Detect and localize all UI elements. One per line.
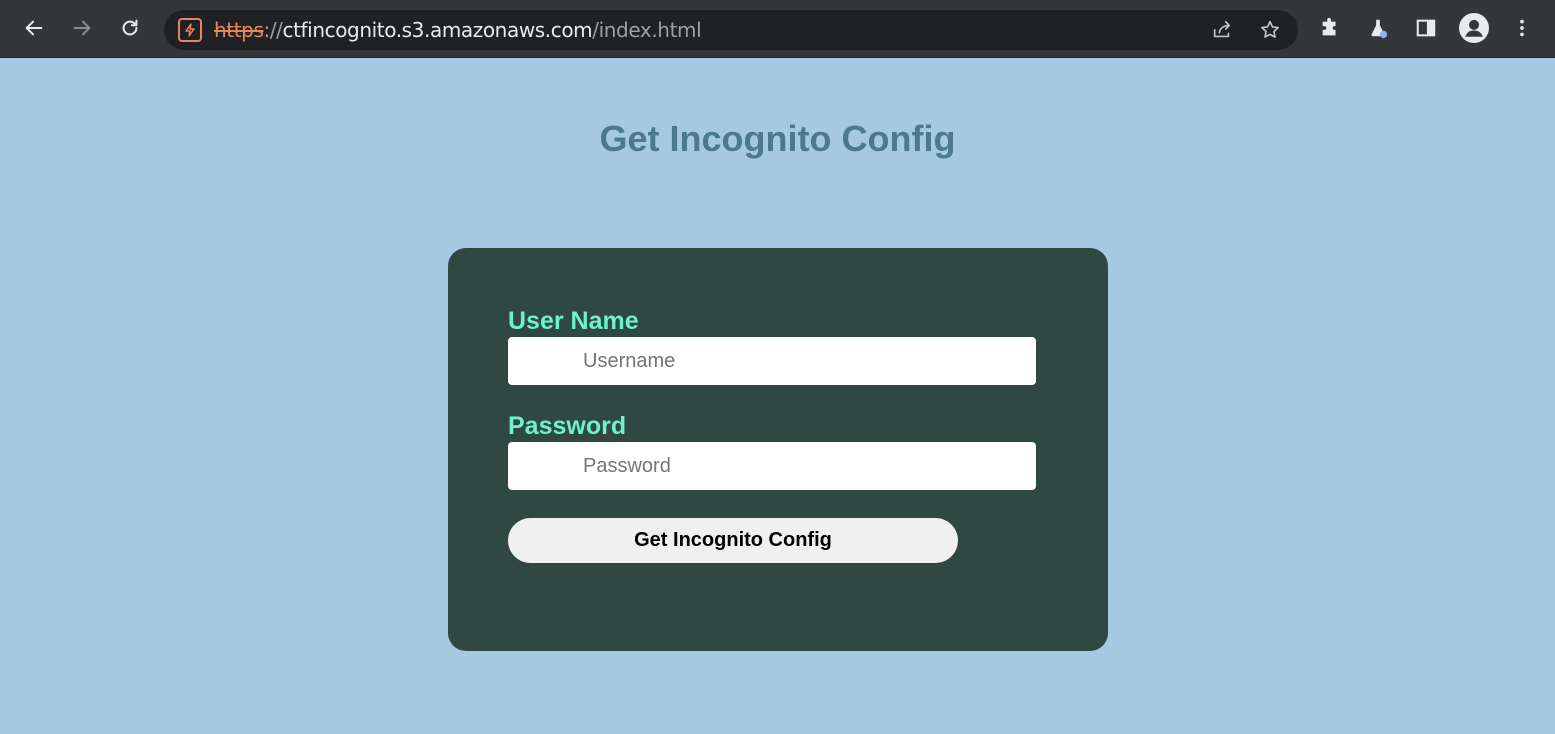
back-button[interactable]: [16, 10, 52, 46]
get-config-button[interactable]: Get Incognito Config: [508, 518, 958, 563]
kebab-menu-icon: [1520, 19, 1524, 37]
side-panel-button[interactable]: [1408, 10, 1444, 46]
page-title: Get Incognito Config: [599, 118, 956, 159]
reload-button[interactable]: [112, 10, 148, 46]
forward-button[interactable]: [64, 10, 100, 46]
reload-icon: [122, 19, 138, 36]
password-label: Password: [508, 412, 627, 440]
arrow-right-icon: [73, 20, 91, 36]
puzzle-icon: [1322, 17, 1336, 36]
url-scheme: https: [214, 18, 264, 42]
browser-menu-button[interactable]: [1504, 10, 1540, 46]
not-secure-icon[interactable]: [178, 18, 202, 42]
extensions-button[interactable]: [1312, 10, 1348, 46]
star-icon[interactable]: [1258, 18, 1282, 42]
url-text[interactable]: https://ctfincognito.s3.amazonaws.com/in…: [214, 18, 702, 42]
url-host: ctfincognito.s3.amazonaws.com: [282, 18, 593, 42]
browser-toolbar: https://ctfincognito.s3.amazonaws.com/in…: [0, 0, 1555, 58]
password-input[interactable]: [508, 442, 1036, 490]
url-separator: ://: [263, 18, 283, 42]
login-form: User Name Password Get Incognito Config: [448, 248, 1108, 651]
arrow-left-icon: [25, 20, 43, 36]
side-panel-icon: [1416, 19, 1436, 37]
flask-icon: [1371, 19, 1388, 39]
address-bar[interactable]: https://ctfincognito.s3.amazonaws.com/in…: [164, 10, 1298, 50]
avatar-icon: [1459, 13, 1489, 43]
username-input[interactable]: [508, 337, 1036, 385]
profile-button[interactable]: [1456, 10, 1492, 46]
labs-button[interactable]: [1360, 10, 1396, 46]
share-icon[interactable]: [1210, 18, 1234, 42]
url-path: /index.html: [592, 18, 702, 42]
username-label: User Name: [508, 307, 639, 335]
